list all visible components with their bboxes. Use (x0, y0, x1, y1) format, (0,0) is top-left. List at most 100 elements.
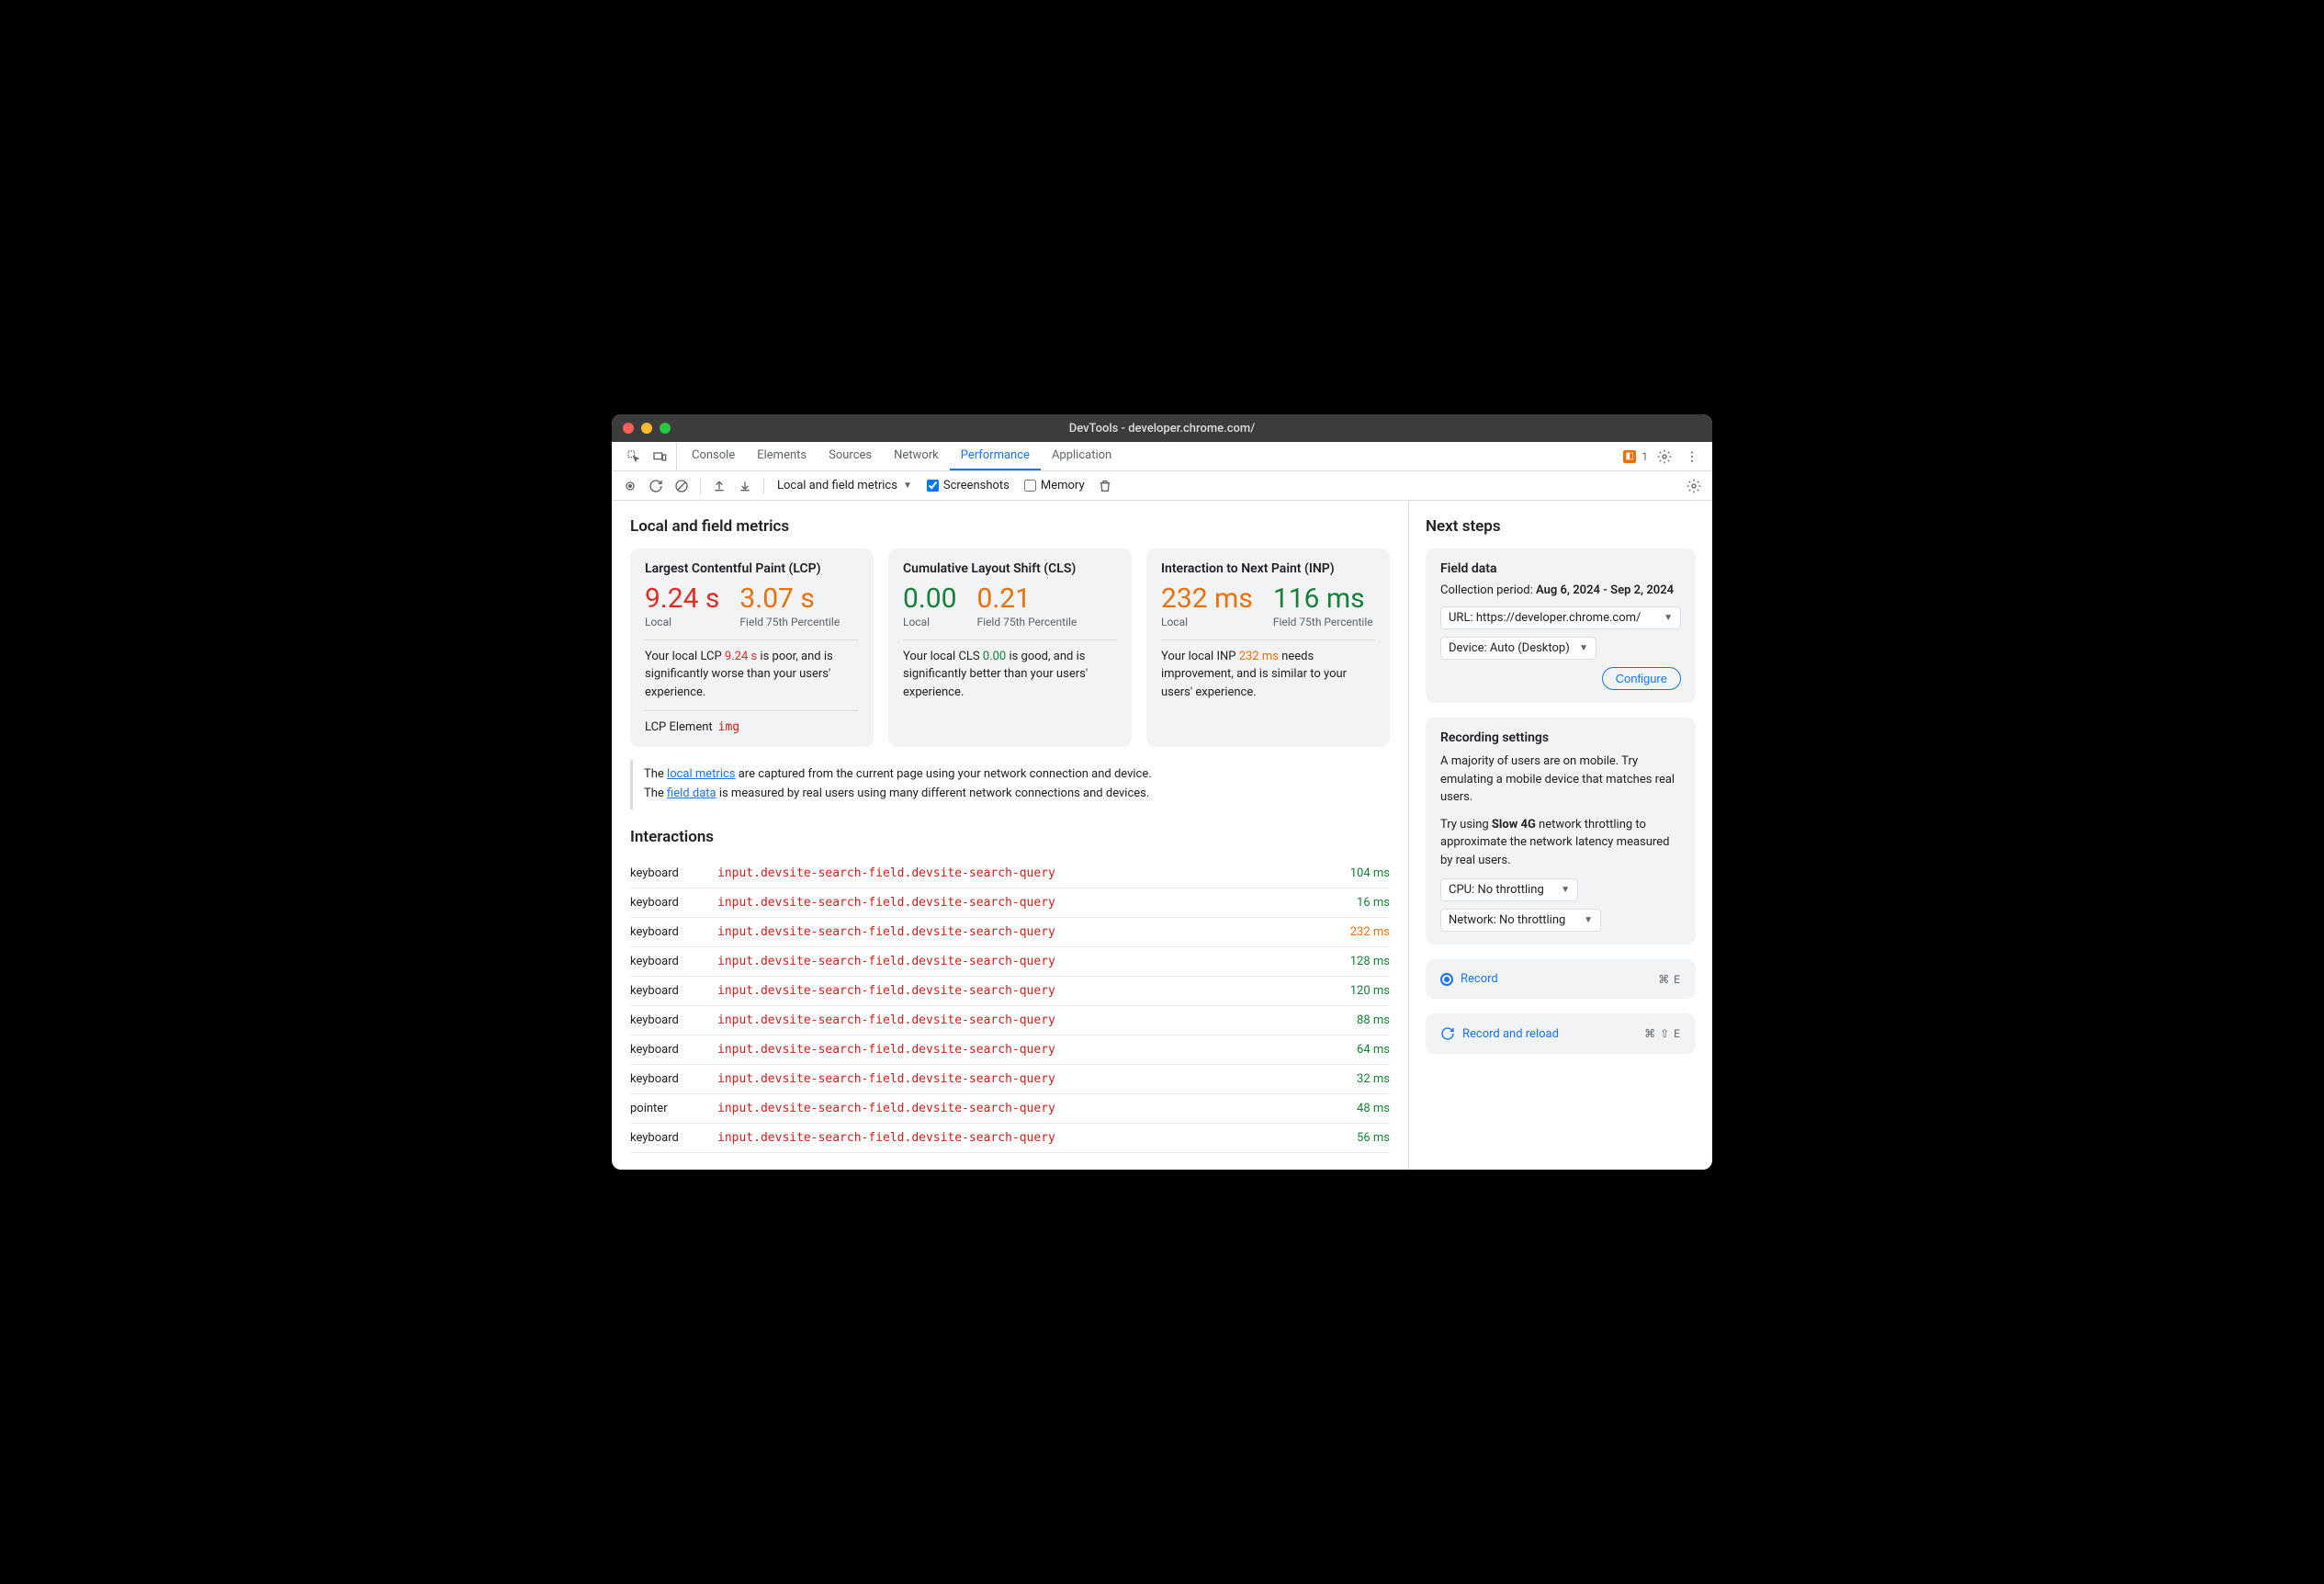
metric-local-value: 232 ms (1161, 583, 1253, 614)
interaction-type: keyboard (630, 1072, 717, 1086)
interaction-time: 88 ms (1357, 1013, 1390, 1027)
memory-checkbox-input[interactable] (1024, 480, 1036, 492)
configure-button[interactable]: Configure (1602, 667, 1681, 690)
interaction-row[interactable]: keyboardinput.devsite-search-field.devsi… (630, 859, 1390, 888)
panel-settings-icon[interactable] (1683, 475, 1705, 497)
reload-icon (1440, 1026, 1455, 1041)
record-reload-card[interactable]: Record and reload ⌘ ⇧ E (1426, 1013, 1696, 1054)
settings-icon[interactable] (1653, 446, 1675, 468)
metric-description: Your local INP 232 ms needs improvement,… (1161, 648, 1375, 702)
interaction-type: keyboard (630, 984, 717, 998)
interactions-heading: Interactions (630, 828, 1390, 846)
field-data-title: Field data (1440, 561, 1681, 576)
screenshots-label: Screenshots (943, 479, 1010, 492)
record-card[interactable]: Record ⌘ E (1426, 959, 1696, 999)
metric-title: Interaction to Next Paint (INP) (1161, 561, 1375, 576)
tab-elements[interactable]: Elements (746, 442, 818, 470)
recording-hint-1: A majority of users are on mobile. Try e… (1440, 752, 1681, 807)
interaction-row[interactable]: keyboardinput.devsite-search-field.devsi… (630, 1124, 1390, 1153)
field-data-card: Field data Collection period: Aug 6, 202… (1426, 549, 1696, 703)
tab-sources[interactable]: Sources (818, 442, 883, 470)
interaction-row[interactable]: keyboardinput.devsite-search-field.devsi… (630, 1065, 1390, 1094)
lcp-element-row[interactable]: LCP Elementimg (645, 720, 859, 734)
local-metrics-link[interactable]: local metrics (667, 767, 735, 781)
inspect-element-icon[interactable] (623, 446, 645, 468)
screenshots-checkbox-input[interactable] (927, 480, 939, 492)
url-select[interactable]: URL: https://developer.chrome.com/▼ (1440, 606, 1681, 629)
record-icon[interactable] (619, 475, 641, 497)
tab-console[interactable]: Console (681, 442, 746, 470)
content: Local and field metrics Largest Contentf… (612, 501, 1712, 1170)
interaction-time: 120 ms (1350, 984, 1390, 998)
interaction-row[interactable]: keyboardinput.devsite-search-field.devsi… (630, 1035, 1390, 1065)
interaction-time: 32 ms (1357, 1072, 1390, 1086)
issues-icon[interactable]: ◧ (1623, 450, 1636, 463)
interaction-target: input.devsite-search-field.devsite-searc… (717, 1131, 1357, 1145)
interaction-row[interactable]: keyboardinput.devsite-search-field.devsi… (630, 888, 1390, 918)
interaction-row[interactable]: keyboardinput.devsite-search-field.devsi… (630, 977, 1390, 1006)
zoom-window-button[interactable] (660, 423, 671, 434)
recording-settings-card: Recording settings A majority of users a… (1426, 718, 1696, 945)
titlebar: DevTools - developer.chrome.com/ (612, 414, 1712, 442)
interaction-time: 128 ms (1350, 955, 1390, 968)
memory-checkbox[interactable]: Memory (1019, 479, 1090, 492)
device-toolbar-icon[interactable] (649, 446, 671, 468)
metric-title: Cumulative Layout Shift (CLS) (903, 561, 1117, 576)
minimize-window-button[interactable] (641, 423, 652, 434)
recording-settings-title: Recording settings (1440, 730, 1681, 745)
interaction-time: 56 ms (1357, 1131, 1390, 1145)
download-icon[interactable] (734, 475, 756, 497)
metric-field-label: Field 75th Percentile (1273, 616, 1373, 630)
issues-count[interactable]: 1 (1641, 450, 1648, 463)
garbage-collect-icon[interactable] (1094, 475, 1116, 497)
interaction-row[interactable]: keyboardinput.devsite-search-field.devsi… (630, 918, 1390, 947)
interaction-row[interactable]: keyboardinput.devsite-search-field.devsi… (630, 1006, 1390, 1035)
record-label: Record (1461, 972, 1498, 986)
interaction-type: pointer (630, 1102, 717, 1115)
device-select[interactable]: Device: Auto (Desktop)▼ (1440, 637, 1596, 660)
interaction-target: input.devsite-search-field.devsite-searc… (717, 1013, 1357, 1027)
upload-icon[interactable] (708, 475, 730, 497)
metric-local-label: Local (1161, 616, 1253, 630)
field-data-link[interactable]: field data (667, 786, 716, 800)
cpu-throttling-select[interactable]: CPU: No throttling▼ (1440, 878, 1578, 901)
window-title: DevTools - developer.chrome.com/ (1069, 422, 1256, 436)
chevron-down-icon: ▼ (1579, 643, 1588, 653)
tabbar: ConsoleElementsSourcesNetworkPerformance… (612, 442, 1712, 471)
interaction-row[interactable]: pointerinput.devsite-search-field.devsit… (630, 1094, 1390, 1124)
side-panel: Next steps Field data Collection period:… (1409, 501, 1712, 1170)
interaction-row[interactable]: keyboardinput.devsite-search-field.devsi… (630, 947, 1390, 977)
record-dot-icon (1440, 973, 1453, 986)
interaction-target: input.devsite-search-field.devsite-searc… (717, 1102, 1357, 1115)
record-reload-shortcut: ⌘ ⇧ E (1644, 1027, 1681, 1040)
interaction-target: input.devsite-search-field.devsite-searc… (717, 1072, 1357, 1086)
tab-network[interactable]: Network (883, 442, 950, 470)
metric-card: Cumulative Layout Shift (CLS)0.00Local0.… (888, 549, 1132, 747)
interaction-time: 232 ms (1350, 925, 1390, 939)
chevron-down-icon: ▼ (903, 481, 912, 491)
metric-local-value: 9.24 s (645, 583, 719, 614)
more-icon[interactable] (1681, 446, 1703, 468)
metric-field-value: 116 ms (1273, 583, 1373, 614)
network-throttling-select[interactable]: Network: No throttling▼ (1440, 909, 1601, 932)
chevron-down-icon: ▼ (1664, 613, 1673, 623)
metric-local-label: Local (645, 616, 719, 630)
interaction-type: keyboard (630, 955, 717, 968)
interaction-target: input.devsite-search-field.devsite-searc… (717, 984, 1350, 998)
metric-title: Largest Contentful Paint (LCP) (645, 561, 859, 576)
tab-performance[interactable]: Performance (950, 442, 1041, 470)
metric-local-value: 0.00 (903, 583, 957, 614)
interaction-target: input.devsite-search-field.devsite-searc… (717, 1043, 1357, 1057)
collection-period: Collection period: Aug 6, 2024 - Sep 2, … (1440, 583, 1681, 597)
screenshots-checkbox[interactable]: Screenshots (921, 479, 1015, 492)
view-select[interactable]: Local and field metrics ▼ (772, 479, 918, 492)
close-window-button[interactable] (623, 423, 634, 434)
view-select-label: Local and field metrics (777, 479, 897, 492)
metric-description: Your local CLS 0.00 is good, and is sign… (903, 648, 1117, 702)
reload-record-icon[interactable] (645, 475, 667, 497)
metric-local-label: Local (903, 616, 957, 630)
performance-toolbar: Local and field metrics ▼ Screenshots Me… (612, 471, 1712, 501)
tab-application[interactable]: Application (1041, 442, 1123, 470)
devtools-window: DevTools - developer.chrome.com/ Console… (612, 414, 1712, 1170)
clear-icon[interactable] (671, 475, 693, 497)
